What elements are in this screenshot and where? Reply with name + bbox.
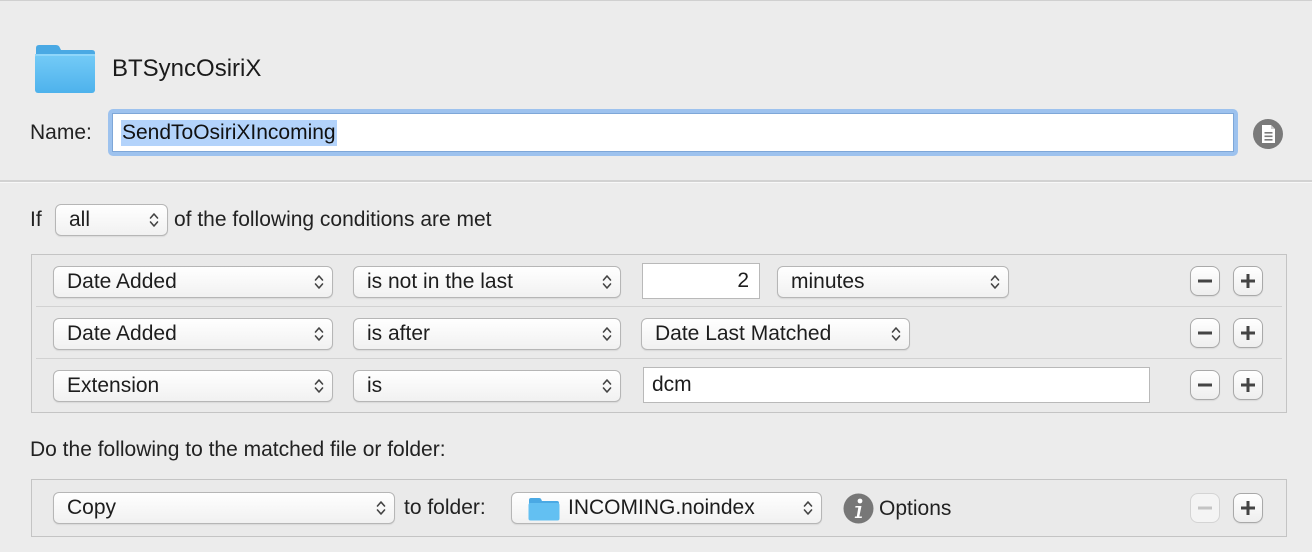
match-mode-popup[interactable]: all [55,204,168,236]
chevron-updown-icon [803,501,813,515]
condition-operator-value: is not in the last [367,270,513,293]
destination-folder-value: INCOMING.noindex [568,496,755,519]
minus-icon [1198,506,1212,510]
info-icon[interactable] [843,493,874,524]
condition-operator-popup[interactable]: is [353,370,621,402]
condition-value-popup[interactable]: Date Last Matched [641,318,910,350]
chevron-updown-icon [602,275,612,289]
action-value: Copy [67,496,117,519]
match-mode-value: all [69,208,91,231]
condition-operator-popup[interactable]: is after [353,318,621,350]
to-folder-label: to folder: [404,496,486,519]
remove-condition-button[interactable] [1190,266,1220,296]
chevron-updown-icon [314,379,324,393]
name-label: Name: [30,121,92,144]
conditions-text: of the following conditions are met [174,208,492,231]
condition-unit-popup[interactable]: minutes [777,266,1009,298]
chevron-updown-icon [602,327,612,341]
chevron-updown-icon [602,379,612,393]
condition-value-field[interactable]: dcm [643,367,1150,403]
name-field-value[interactable]: SendToOsiriXIncoming [121,120,337,146]
condition-attribute-value: Date Added [67,322,177,345]
minus-icon [1198,383,1212,387]
remove-action-button[interactable] [1190,493,1220,523]
condition-attribute-popup[interactable]: Date Added [53,318,333,350]
condition-attribute-value: Extension [67,374,160,397]
remove-condition-button[interactable] [1190,370,1220,400]
plus-icon [1241,326,1255,340]
condition-attribute-popup[interactable]: Date Added [53,266,333,298]
folder-icon [35,45,95,93]
add-condition-button[interactable] [1233,266,1263,296]
chevron-updown-icon [891,327,901,341]
if-label: If [30,208,42,231]
condition-unit-value: minutes [791,270,865,293]
action-popup[interactable]: Copy [53,492,395,524]
condition-value-field[interactable]: 2 [642,263,760,299]
script-icon[interactable] [1252,118,1284,150]
chevron-updown-icon [990,275,1000,289]
destination-folder-popup[interactable]: INCOMING.noindex [511,492,822,524]
condition-attribute-popup[interactable]: Extension [53,370,333,402]
minus-icon [1198,279,1212,283]
condition-operator-value: is [367,374,383,397]
add-action-button[interactable] [1233,493,1263,523]
plus-icon [1241,274,1255,288]
plus-icon [1241,501,1255,515]
condition-attribute-value: Date Added [67,270,177,293]
chevron-updown-icon [314,327,324,341]
remove-condition-button[interactable] [1190,318,1220,348]
condition-operator-value: is after [367,322,431,345]
chevron-updown-icon [314,275,324,289]
options-link[interactable]: Options [879,497,951,521]
plus-icon [1241,378,1255,392]
minus-icon [1198,331,1212,335]
folder-name: BTSyncOsiriX [112,55,262,82]
folder-icon [528,498,560,521]
chevron-updown-icon [149,213,159,227]
condition-value-value: Date Last Matched [655,322,832,345]
add-condition-button[interactable] [1233,370,1263,400]
condition-operator-popup[interactable]: is not in the last [353,266,621,298]
add-condition-button[interactable] [1233,318,1263,348]
actions-label: Do the following to the matched file or … [30,438,446,461]
chevron-updown-icon [376,501,386,515]
